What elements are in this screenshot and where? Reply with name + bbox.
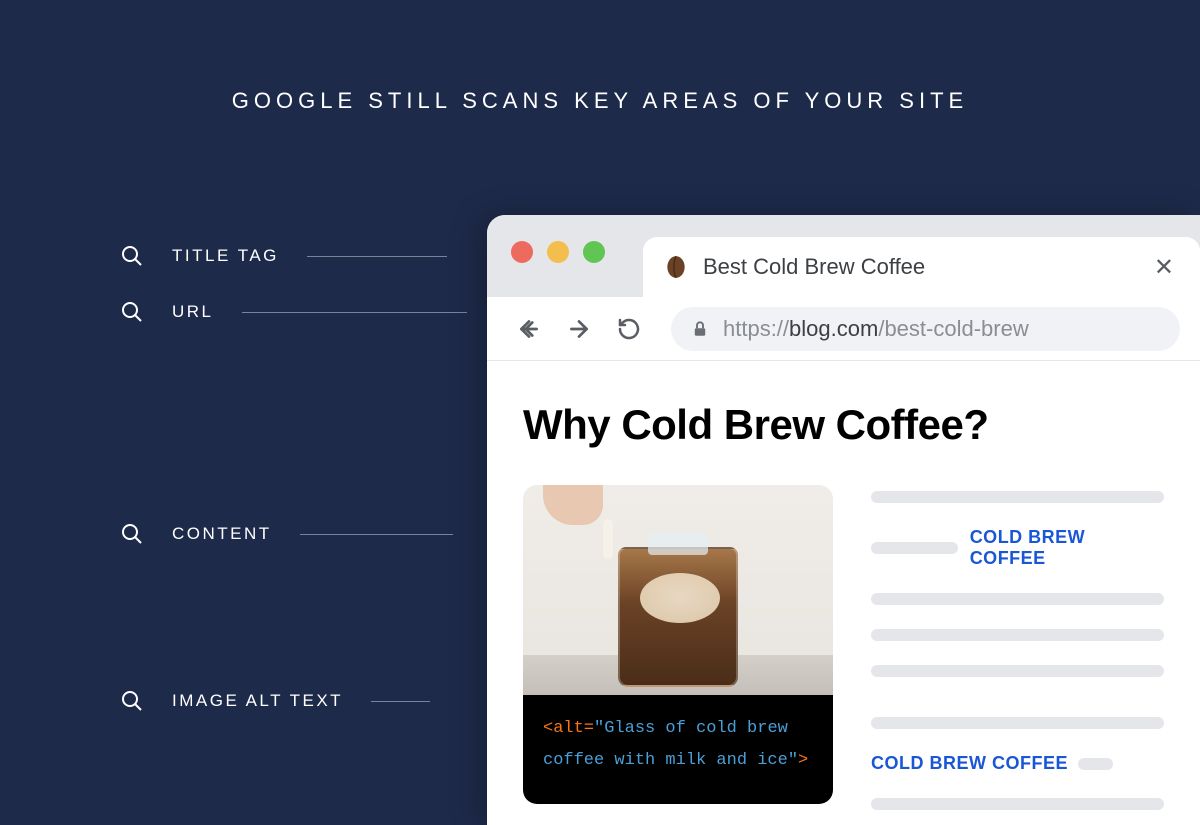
page-heading: Why Cold Brew Coffee?: [523, 401, 1164, 449]
label-title-tag: TITLE TAG: [120, 240, 467, 272]
keyword-row: COLD BREW COFFEE: [871, 527, 1164, 569]
seo-labels: TITLE TAG URL CONTENT IMAGE ALT TEXT: [120, 240, 467, 738]
label-url-text: URL: [172, 302, 214, 322]
keyword-row: COLD BREW COFFEE: [871, 753, 1164, 774]
lock-icon: [691, 320, 709, 338]
browser-tab-bar: Best Cold Brew Coffee ✕: [487, 215, 1200, 297]
connector-line: [300, 534, 453, 535]
connector-line: [307, 256, 447, 257]
connector-line: [242, 312, 467, 313]
label-title-tag-text: TITLE TAG: [172, 246, 279, 266]
label-alt-text: IMAGE ALT TEXT: [120, 685, 467, 717]
image-block: <alt="Glass of cold brew coffee with mil…: [523, 485, 833, 825]
maximize-window-button[interactable]: [583, 241, 605, 263]
browser-tab[interactable]: Best Cold Brew Coffee ✕: [643, 237, 1200, 297]
text-line: [1078, 758, 1113, 770]
search-icon: [120, 522, 144, 546]
text-line: [871, 542, 958, 554]
text-line: [871, 798, 1164, 810]
back-button[interactable]: [507, 307, 551, 351]
coffee-image: [523, 485, 833, 695]
traffic-lights: [511, 241, 605, 263]
page-content: Why Cold Brew Coffee? <alt="Glass of col…: [487, 361, 1200, 825]
code-tag-close: >: [798, 751, 808, 770]
address-bar[interactable]: https://blog.com/best-cold-brew: [671, 307, 1180, 351]
connector-line: [371, 701, 430, 702]
text-line: [871, 491, 1164, 503]
keyword-highlight: COLD BREW COFFEE: [970, 527, 1164, 569]
page-title: GOOGLE STILL SCANS KEY AREAS OF YOUR SIT…: [0, 0, 1200, 114]
search-icon: [120, 689, 144, 713]
browser-toolbar: https://blog.com/best-cold-brew: [487, 297, 1200, 361]
text-line: [871, 629, 1164, 641]
alt-code-block: <alt="Glass of cold brew coffee with mil…: [523, 695, 833, 804]
coffee-bean-icon: [663, 254, 689, 280]
browser-mockup: Best Cold Brew Coffee ✕ https://blog.com…: [487, 215, 1200, 825]
close-tab-icon[interactable]: ✕: [1154, 253, 1174, 282]
label-content-text: CONTENT: [172, 524, 272, 544]
search-icon: [120, 300, 144, 324]
text-line: [871, 593, 1164, 605]
minimize-window-button[interactable]: [547, 241, 569, 263]
text-line: [871, 717, 1164, 729]
forward-button[interactable]: [557, 307, 601, 351]
search-icon: [120, 244, 144, 268]
keyword-highlight: COLD BREW COFFEE: [871, 753, 1068, 774]
close-window-button[interactable]: [511, 241, 533, 263]
label-url: URL: [120, 296, 467, 328]
text-content-preview: COLD BREW COFFEE COLD BREW COFFEE: [871, 485, 1164, 825]
label-content: CONTENT: [120, 518, 467, 550]
label-alt-text-text: IMAGE ALT TEXT: [172, 691, 343, 711]
code-tag-open: <alt=: [543, 719, 594, 738]
text-line: [871, 665, 1164, 677]
reload-button[interactable]: [607, 307, 651, 351]
tab-title: Best Cold Brew Coffee: [703, 254, 1140, 280]
url-text: https://blog.com/best-cold-brew: [723, 316, 1029, 342]
